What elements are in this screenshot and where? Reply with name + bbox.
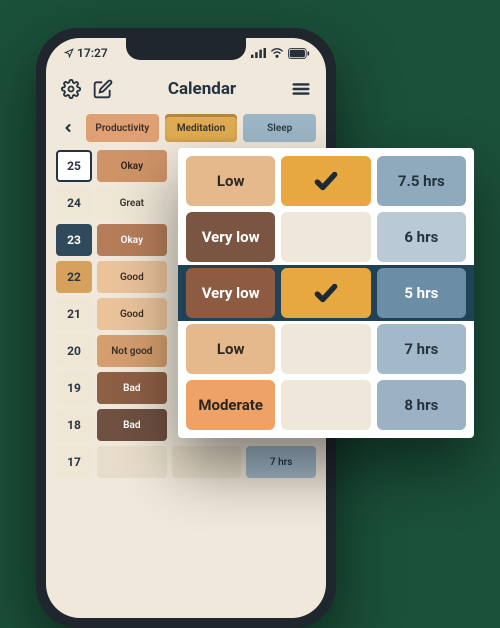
page-title: Calendar	[168, 79, 236, 99]
tab-sleep[interactable]: Sleep	[243, 114, 316, 142]
date-cell[interactable]: 21	[56, 298, 92, 330]
compose-icon	[93, 79, 113, 99]
overlay-row-selected[interactable]: Very low 5 hrs	[186, 268, 466, 318]
wifi-icon	[270, 48, 284, 58]
overlay-prod-cell[interactable]: Moderate	[186, 380, 275, 430]
overlay-sleep-cell[interactable]: 7.5 hrs	[377, 156, 466, 206]
prod-cell[interactable]: Good	[97, 298, 167, 330]
calendar-row[interactable]: 17 7 hrs	[56, 446, 316, 478]
tabs-back-button[interactable]	[56, 114, 80, 142]
prod-cell[interactable]: Not good	[97, 335, 167, 367]
overlay-med-cell[interactable]	[281, 268, 370, 318]
date-cell[interactable]: 24	[56, 187, 92, 219]
phone-notch	[126, 38, 246, 60]
overlay-sleep-cell[interactable]: 5 hrs	[377, 268, 466, 318]
check-icon	[313, 168, 339, 194]
sleep-cell[interactable]: 7 hrs	[246, 446, 316, 478]
date-cell[interactable]: 25	[56, 150, 92, 182]
tab-label: Productivity	[95, 123, 149, 134]
date-cell[interactable]: 22	[56, 261, 92, 293]
date-cell[interactable]: 20	[56, 335, 92, 367]
tab-label: Meditation	[177, 123, 225, 134]
prod-cell[interactable]: Great	[97, 187, 167, 219]
tab-meditation[interactable]: Meditation	[165, 114, 238, 142]
overlay-prod-cell[interactable]: Very low	[186, 212, 275, 262]
med-cell[interactable]	[172, 446, 242, 478]
prod-cell[interactable]: Bad	[97, 372, 167, 404]
app-header: Calendar	[46, 68, 326, 110]
check-icon	[313, 280, 339, 306]
chevron-left-icon	[62, 121, 74, 135]
overlay-sleep-cell[interactable]: 6 hrs	[377, 212, 466, 262]
detail-overlay: Low 7.5 hrs Very low 6 hrs Very low 5 hr…	[178, 148, 474, 438]
date-cell[interactable]: 23	[56, 224, 92, 256]
overlay-med-cell[interactable]	[281, 212, 370, 262]
overlay-med-cell[interactable]	[281, 380, 370, 430]
overlay-row[interactable]: Moderate 8 hrs	[186, 380, 466, 430]
location-icon	[64, 48, 74, 58]
prod-cell[interactable]: Bad	[97, 409, 167, 441]
prod-cell[interactable]: Good	[97, 261, 167, 293]
settings-button[interactable]	[60, 78, 82, 100]
overlay-row[interactable]: Low 7.5 hrs	[186, 156, 466, 206]
tab-label: Sleep	[267, 123, 292, 134]
date-cell[interactable]: 17	[56, 446, 92, 478]
prod-cell[interactable]: Okay	[97, 150, 167, 182]
overlay-prod-cell[interactable]: Very low	[186, 268, 275, 318]
overlay-med-cell[interactable]	[281, 324, 370, 374]
date-cell[interactable]: 18	[56, 409, 92, 441]
tab-productivity[interactable]: Productivity	[86, 114, 159, 142]
date-cell[interactable]: 19	[56, 372, 92, 404]
battery-icon	[288, 48, 310, 59]
overlay-row[interactable]: Low 7 hrs	[186, 324, 466, 374]
prod-cell[interactable]: Okay	[97, 224, 167, 256]
overlay-med-cell[interactable]	[281, 156, 370, 206]
overlay-sleep-cell[interactable]: 8 hrs	[377, 380, 466, 430]
compose-button[interactable]	[92, 78, 114, 100]
overlay-prod-cell[interactable]: Low	[186, 156, 275, 206]
prod-cell[interactable]	[97, 446, 167, 478]
overlay-sleep-cell[interactable]: 7 hrs	[377, 324, 466, 374]
overlay-prod-cell[interactable]: Low	[186, 324, 275, 374]
gear-icon	[61, 79, 81, 99]
signal-icon	[251, 48, 266, 58]
overlay-row[interactable]: Very low 6 hrs	[186, 212, 466, 262]
status-time: 17:27	[77, 46, 108, 60]
menu-button[interactable]	[290, 78, 312, 100]
menu-icon	[290, 78, 312, 100]
category-tabs: Productivity Meditation Sleep	[46, 110, 326, 150]
